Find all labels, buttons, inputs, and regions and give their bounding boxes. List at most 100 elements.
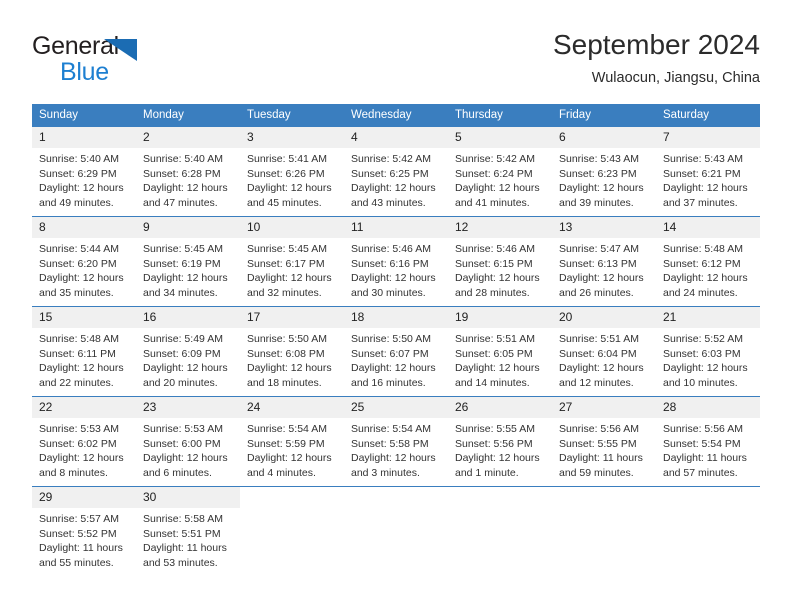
sunset-text: Sunset: 6:21 PM [663,167,741,180]
calendar-day-cell[interactable]: 28 Sunrise: 5:56 AM Sunset: 5:54 PM Dayligh… [656,396,760,487]
calendar-day-cell[interactable]: 23 Sunrise: 5:53 AM Sunset: 6:00 PM Dayligh… [136,396,240,487]
day-details: Sunrise: 5:56 AM Sunset: 5:55 PM Daylight:… [552,418,656,480]
daylight-text-line1: Daylight: 12 hours [663,272,748,285]
sunrise-text: Sunrise: 5:47 AM [559,243,639,255]
daylight-text-line2: and 41 minutes. [455,196,530,209]
sunrise-text: Sunrise: 5:40 AM [39,153,119,165]
sunrise-text: Sunrise: 5:54 AM [351,423,431,435]
day-number: 13 [552,217,656,238]
daylight-text-line1: Daylight: 12 hours [39,182,124,195]
calendar-day-cell[interactable]: 15 Sunrise: 5:48 AM Sunset: 6:11 PM Dayligh… [32,306,136,397]
day-details: Sunrise: 5:48 AM Sunset: 6:12 PM Daylight:… [656,238,760,300]
calendar-day-cell[interactable]: 18 Sunrise: 5:50 AM Sunset: 6:07 PM Dayligh… [344,306,448,397]
sunset-text: Sunset: 6:02 PM [39,437,117,450]
daylight-text-line2: and 14 minutes. [455,376,530,389]
day-number: 14 [656,217,760,238]
page-header: General Blue September 2024 Wulaocun, Ji… [32,28,760,98]
day-number: 27 [552,397,656,418]
day-number [552,487,656,508]
calendar-day-cell[interactable]: 9 Sunrise: 5:45 AM Sunset: 6:19 PM Daylight… [136,216,240,307]
daylight-text-line2: and 35 minutes. [39,286,114,299]
daylight-text-line1: Daylight: 12 hours [559,182,644,195]
calendar-day-cell[interactable]: 24 Sunrise: 5:54 AM Sunset: 5:59 PM Dayligh… [240,396,344,487]
daylight-text-line2: and 43 minutes. [351,196,426,209]
sunset-text: Sunset: 6:04 PM [559,347,637,360]
calendar-day-cell[interactable]: 8 Sunrise: 5:44 AM Sunset: 6:20 PM Daylight… [32,216,136,307]
calendar-day-cell[interactable]: 21 Sunrise: 5:52 AM Sunset: 6:03 PM Dayligh… [656,306,760,397]
calendar-day-cell[interactable]: 17 Sunrise: 5:50 AM Sunset: 6:08 PM Dayligh… [240,306,344,397]
calendar-day-cell[interactable]: 6 Sunrise: 5:43 AM Sunset: 6:23 PM Daylight… [552,126,656,217]
daylight-text-line1: Daylight: 12 hours [663,182,748,195]
day-number: 29 [32,487,136,508]
daylight-text-line2: and 37 minutes. [663,196,738,209]
day-details: Sunrise: 5:45 AM Sunset: 6:19 PM Daylight:… [136,238,240,300]
calendar-day-cell[interactable]: 11 Sunrise: 5:46 AM Sunset: 6:16 PM Dayligh… [344,216,448,307]
daylight-text-line1: Daylight: 12 hours [143,452,228,465]
day-details: Sunrise: 5:46 AM Sunset: 6:16 PM Daylight:… [344,238,448,300]
calendar-day-cell[interactable]: 14 Sunrise: 5:48 AM Sunset: 6:12 PM Dayligh… [656,216,760,307]
day-details: Sunrise: 5:57 AM Sunset: 5:52 PM Daylight:… [32,508,136,570]
weekday-header-thursday: Thursday [448,104,552,127]
daylight-text-line2: and 30 minutes. [351,286,426,299]
sunset-text: Sunset: 6:15 PM [455,257,533,270]
calendar-day-cell[interactable]: 1 Sunrise: 5:40 AM Sunset: 6:29 PM Daylight… [32,126,136,217]
sunrise-text: Sunrise: 5:49 AM [143,333,223,345]
daylight-text-line2: and 32 minutes. [247,286,322,299]
calendar-day-cell[interactable]: 5 Sunrise: 5:42 AM Sunset: 6:24 PM Daylight… [448,126,552,217]
sunrise-text: Sunrise: 5:55 AM [455,423,535,435]
calendar-day-cell[interactable]: 25 Sunrise: 5:54 AM Sunset: 5:58 PM Dayligh… [344,396,448,487]
daylight-text-line2: and 34 minutes. [143,286,218,299]
day-details: Sunrise: 5:43 AM Sunset: 6:23 PM Daylight:… [552,148,656,210]
daylight-text-line1: Daylight: 12 hours [455,182,540,195]
calendar-day-cell[interactable]: 20 Sunrise: 5:51 AM Sunset: 6:04 PM Dayligh… [552,306,656,397]
calendar-day-cell[interactable]: 29 Sunrise: 5:57 AM Sunset: 5:52 PM Dayligh… [32,486,136,577]
weekday-header-friday: Friday [552,104,656,127]
daylight-text-line1: Daylight: 12 hours [455,452,540,465]
sunset-text: Sunset: 6:20 PM [39,257,117,270]
sunset-text: Sunset: 6:07 PM [351,347,429,360]
daylight-text-line1: Daylight: 12 hours [455,362,540,375]
calendar-day-cell[interactable]: 7 Sunrise: 5:43 AM Sunset: 6:21 PM Daylight… [656,126,760,217]
day-details: Sunrise: 5:43 AM Sunset: 6:21 PM Daylight:… [656,148,760,210]
calendar-day-cell-empty [448,486,552,577]
daylight-text-line2: and 3 minutes. [351,466,420,479]
day-number: 3 [240,127,344,148]
day-number [448,487,552,508]
day-number: 24 [240,397,344,418]
calendar-day-cell[interactable]: 19 Sunrise: 5:51 AM Sunset: 6:05 PM Dayligh… [448,306,552,397]
daylight-text-line2: and 59 minutes. [559,466,634,479]
day-number [240,487,344,508]
calendar-day-cell[interactable]: 26 Sunrise: 5:55 AM Sunset: 5:56 PM Dayligh… [448,396,552,487]
day-number: 28 [656,397,760,418]
calendar-day-cell[interactable]: 2 Sunrise: 5:40 AM Sunset: 6:28 PM Daylight… [136,126,240,217]
calendar-day-cell[interactable]: 13 Sunrise: 5:47 AM Sunset: 6:13 PM Dayligh… [552,216,656,307]
calendar-day-cell[interactable]: 22 Sunrise: 5:53 AM Sunset: 6:02 PM Dayligh… [32,396,136,487]
sunset-text: Sunset: 6:26 PM [247,167,325,180]
calendar-day-cell[interactable]: 30 Sunrise: 5:58 AM Sunset: 5:51 PM Dayligh… [136,486,240,577]
calendar-week-row: 8 Sunrise: 5:44 AM Sunset: 6:20 PM Daylight… [32,216,760,307]
calendar-body: 1 Sunrise: 5:40 AM Sunset: 6:29 PM Daylight… [32,126,760,577]
calendar-day-cell[interactable]: 4 Sunrise: 5:42 AM Sunset: 6:25 PM Daylight… [344,126,448,217]
sunset-text: Sunset: 6:12 PM [663,257,741,270]
general-blue-logo[interactable]: General Blue [32,32,232,88]
calendar-day-cell[interactable]: 27 Sunrise: 5:56 AM Sunset: 5:55 PM Dayligh… [552,396,656,487]
sunset-text: Sunset: 5:58 PM [351,437,429,450]
sunrise-text: Sunrise: 5:50 AM [351,333,431,345]
day-details: Sunrise: 5:41 AM Sunset: 6:26 PM Daylight:… [240,148,344,210]
day-details: Sunrise: 5:40 AM Sunset: 6:29 PM Daylight:… [32,148,136,210]
day-number: 23 [136,397,240,418]
daylight-text-line2: and 28 minutes. [455,286,530,299]
calendar-week-row: 22 Sunrise: 5:53 AM Sunset: 6:02 PM Dayligh… [32,396,760,487]
calendar-day-cell[interactable]: 12 Sunrise: 5:46 AM Sunset: 6:15 PM Dayligh… [448,216,552,307]
sunset-text: Sunset: 5:54 PM [663,437,741,450]
sunrise-text: Sunrise: 5:45 AM [247,243,327,255]
daylight-text-line2: and 55 minutes. [39,556,114,569]
sunrise-text: Sunrise: 5:42 AM [455,153,535,165]
calendar-day-cell[interactable]: 16 Sunrise: 5:49 AM Sunset: 6:09 PM Dayligh… [136,306,240,397]
daylight-text-line2: and 18 minutes. [247,376,322,389]
daylight-text-line2: and 22 minutes. [39,376,114,389]
calendar-day-cell[interactable]: 10 Sunrise: 5:45 AM Sunset: 6:17 PM Dayligh… [240,216,344,307]
sunrise-text: Sunrise: 5:44 AM [39,243,119,255]
calendar-day-cell[interactable]: 3 Sunrise: 5:41 AM Sunset: 6:26 PM Daylight… [240,126,344,217]
day-number: 18 [344,307,448,328]
